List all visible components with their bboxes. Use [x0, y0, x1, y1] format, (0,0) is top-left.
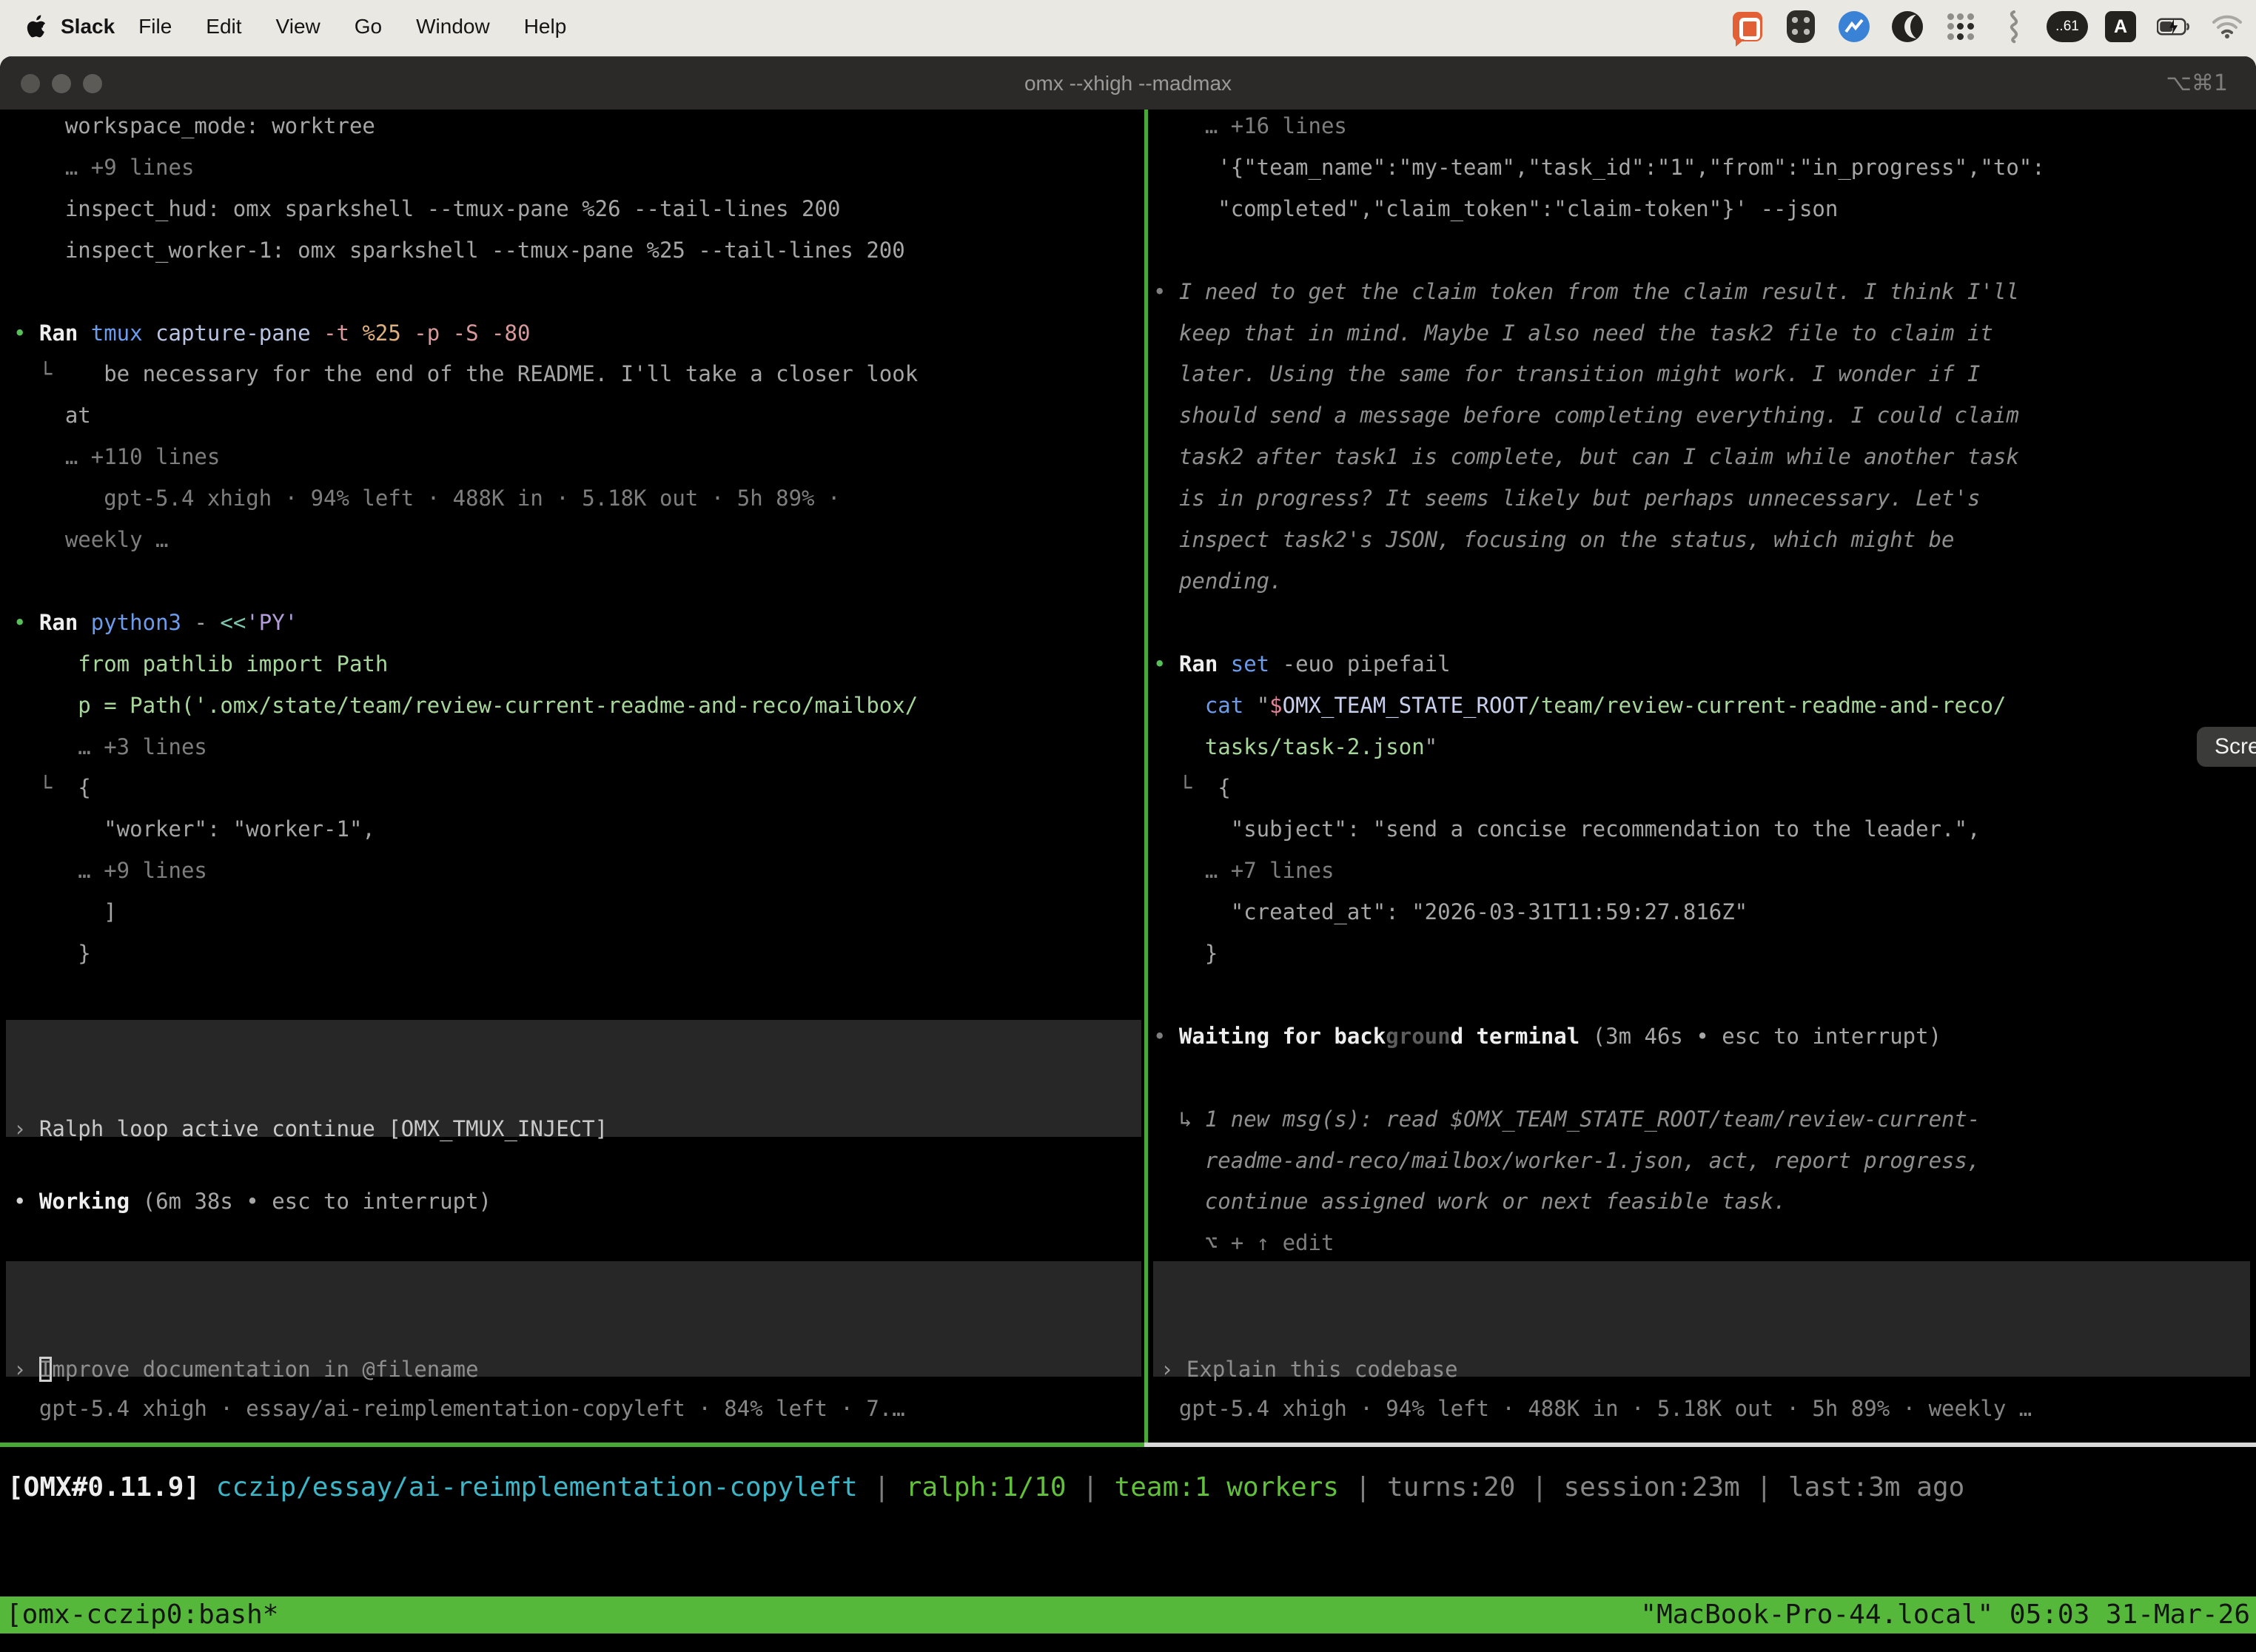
terminal-line: is in progress? It seems likely but perh…	[1153, 477, 2256, 519]
prompt-input-left[interactable]: › Improve documentation in @filename	[6, 1261, 1141, 1377]
window-title: omx --xhigh --madmax	[0, 57, 2256, 110]
tmux-session-label: [omx-cczip0:bash*	[6, 1596, 278, 1633]
terminal-line: "completed","claim_token":"claim-token"}…	[1153, 188, 2256, 229]
menu-item-file[interactable]: File	[138, 15, 172, 38]
terminal-line: • Ran python3 - <<'PY'	[13, 602, 1144, 643]
apple-icon[interactable]	[25, 12, 50, 41]
menu-item-slack[interactable]: Slack	[61, 15, 115, 38]
terminal-line: later. Using the same for transition mig…	[1153, 353, 2256, 394]
terminal-line: … +9 lines	[13, 147, 1144, 188]
menu-status-icons: ..61 A	[1730, 10, 2256, 44]
menu-item-window[interactable]: Window	[416, 15, 490, 38]
terminal-line: readme-and-reco/mailbox/worker-1.json, a…	[1153, 1140, 2256, 1181]
terminal-line: from pathlib import Path	[13, 643, 1144, 685]
menu-item-help[interactable]: Help	[524, 15, 567, 38]
shield-icon[interactable]	[1784, 10, 1818, 44]
prompt-input-right[interactable]: › Explain this codebase	[1153, 1261, 2250, 1377]
menu-bar: Slack File Edit View Go Window Help ..61 A	[0, 0, 2256, 53]
chevron-icon: ›	[13, 1116, 39, 1141]
pane-divider[interactable]	[1144, 110, 1148, 1443]
terminal-line: '{"team_name":"my-team","task_id":"1","f…	[1153, 147, 2256, 188]
terminal-line: at	[13, 394, 1144, 436]
text-cursor: I	[39, 1357, 52, 1382]
terminal-line: └ {	[1153, 767, 2256, 808]
terminal-line: "created_at": "2026-03-31T11:59:27.816Z"	[1153, 891, 2256, 933]
terminal-line: inspect task2's JSON, focusing on the st…	[1153, 519, 2256, 560]
pane-bottom-border-left	[0, 1443, 1144, 1447]
terminal-line: └ {	[13, 767, 1144, 808]
terminal-window: omx --xhigh --madmax ⌥⌘1 workspace_mode:…	[0, 56, 2256, 1652]
terminal-line: ]	[13, 891, 1144, 933]
omx-status-line: [OMX#0.11.9] cczip/essay/ai-reimplementa…	[7, 1467, 1964, 1508]
terminal-line: • Ran set -euo pipefail	[1153, 643, 2256, 685]
terminal-line: gpt-5.4 xhigh · 94% left · 488K in · 5.1…	[13, 477, 1144, 519]
terminal-line: "worker": "worker-1",	[13, 808, 1144, 850]
terminal-content: workspace_mode: worktree … +9 lines insp…	[0, 110, 2256, 1447]
dots-grid-icon[interactable]	[1944, 10, 1978, 44]
moon-icon[interactable]	[1890, 10, 1924, 44]
terminal-line: keep that in mind. Maybe I also need the…	[1153, 312, 2256, 354]
terminal-line: }	[13, 933, 1144, 974]
tmux-host-clock: "MacBook-Pro-44.local" 05:03 31-Mar-26	[1640, 1596, 2250, 1633]
battery-gauge-icon[interactable]: ..61	[2050, 10, 2084, 44]
ralph-loop-banner: › Ralph loop active continue [OMX_TMUX_I…	[6, 1020, 1141, 1137]
menu-item-view[interactable]: View	[276, 15, 320, 38]
terminal-line: p = Path('.omx/state/team/review-current…	[13, 685, 1144, 726]
ralph-loop-text: Ralph loop active continue [OMX_TMUX_INJ…	[39, 1116, 608, 1141]
terminal-line: continue assigned work or next feasible …	[1153, 1181, 2256, 1222]
terminal-line: weekly …	[13, 519, 1144, 560]
menu-items: File Edit View Go Window Help	[138, 15, 566, 38]
tmux-status-bar: [omx-cczip0:bash* "MacBook-Pro-44.local"…	[0, 1596, 2256, 1633]
terminal-line: … +7 lines	[1153, 850, 2256, 891]
squiggle-icon[interactable]	[1997, 10, 2031, 44]
terminal-line: task2 after task1 is complete, but can I…	[1153, 436, 2256, 477]
terminal-line: pending.	[1153, 560, 2256, 602]
input-placeholder: Explain this codebase	[1186, 1357, 1458, 1382]
chat-icon[interactable]	[1730, 10, 1765, 44]
terminal-line: … +16 lines	[1153, 110, 2256, 147]
terminal-line: … +110 lines	[13, 436, 1144, 477]
keyboard-layout-icon[interactable]: A	[2104, 10, 2138, 44]
chevron-icon: ›	[1161, 1357, 1186, 1382]
terminal-line: • I need to get the claim token from the…	[1153, 271, 2256, 312]
terminal-line: ⌥ + ↑ edit	[1153, 1222, 2256, 1263]
terminal-line: └ be necessary for the end of the README…	[13, 353, 1144, 394]
window-shortcut: ⌥⌘1	[2166, 57, 2228, 110]
tmux-pane-right[interactable]: … +16 lines '{"team_name":"my-team","tas…	[1140, 110, 2256, 1447]
pane-bottom-border-right	[1144, 1443, 2256, 1447]
input-placeholder: mprove documentation in @filename	[52, 1357, 478, 1382]
terminal-line: inspect_hud: omx sparkshell --tmux-pane …	[13, 188, 1144, 229]
window-titlebar[interactable]: omx --xhigh --madmax ⌥⌘1	[0, 56, 2256, 110]
terminal-line: … +3 lines	[13, 726, 1144, 768]
terminal-line: tasks/task-2.json"	[1153, 726, 2256, 768]
chevron-icon: ›	[13, 1357, 39, 1382]
menu-item-go[interactable]: Go	[355, 15, 382, 38]
terminal-line: inspect_worker-1: omx sparkshell --tmux-…	[13, 229, 1144, 271]
terminal-line: • Waiting for background terminal (3m 46…	[1153, 1015, 2256, 1057]
terminal-line: "subject": "send a concise recommendatio…	[1153, 808, 2256, 850]
battery-icon[interactable]	[2157, 10, 2191, 44]
terminal-line: workspace_mode: worktree	[13, 110, 1144, 147]
menu-item-edit[interactable]: Edit	[206, 15, 241, 38]
terminal-line: }	[1153, 933, 2256, 974]
terminal-line: cat "$OMX_TEAM_STATE_ROOT/team/review-cu…	[1153, 685, 2256, 726]
terminal-line: • Ran tmux capture-pane -t %25 -p -S -80	[13, 312, 1144, 354]
terminal-line: … +9 lines	[13, 850, 1144, 891]
screen-share-pill[interactable]: Scre	[2197, 727, 2256, 767]
wifi-icon[interactable]	[2210, 10, 2244, 44]
pulse-icon[interactable]	[1837, 10, 1871, 44]
tmux-pane-left[interactable]: workspace_mode: worktree … +9 lines insp…	[0, 110, 1144, 1447]
terminal-line: ↳ 1 new msg(s): read $OMX_TEAM_STATE_ROO…	[1153, 1098, 2256, 1140]
terminal-line: should send a message before completing …	[1153, 394, 2256, 436]
